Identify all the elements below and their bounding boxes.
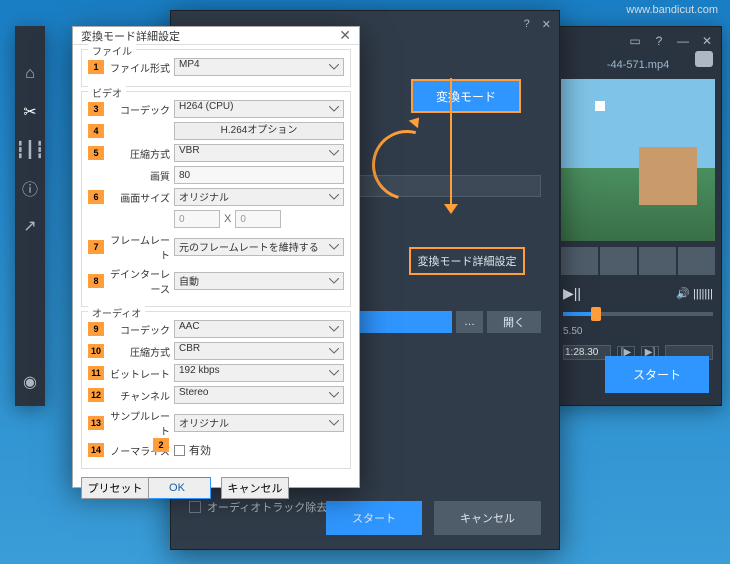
audio-groupbox: オーディオ 9 コーデック AAC 10 圧縮方式 CBR 11 ビットレート …: [81, 311, 351, 469]
share-icon[interactable]: ↗: [20, 216, 40, 236]
height-input[interactable]: [235, 210, 281, 228]
dialog-title: 変換モード詳細設定: [81, 28, 180, 44]
badge-2: 2: [153, 438, 169, 452]
compression-label: 圧縮方式: [108, 146, 170, 161]
video-groupbox: ビデオ 3 コーデック H264 (CPU) 4 H.264オプション 5 圧縮…: [81, 91, 351, 307]
advanced-settings-dialog: 変換モード詳細設定 ✕ ファイル 1 ファイル形式 MP4 ビデオ 3 コーデッ…: [72, 26, 360, 488]
bitrate-label: ビットレート: [108, 366, 170, 381]
badge-13: 13: [88, 416, 104, 430]
ok-button[interactable]: OK: [143, 477, 211, 499]
help-icon[interactable]: ?: [524, 18, 530, 30]
annotation-arrow-head: [444, 204, 458, 214]
record-icon[interactable]: ◉: [20, 372, 40, 392]
play-toggle-icon[interactable]: ▶||: [563, 285, 581, 302]
normalize-checkbox[interactable]: [174, 445, 185, 456]
file-format-select[interactable]: MP4: [174, 58, 344, 76]
channel-select[interactable]: Stereo: [174, 386, 344, 404]
samplerate-select[interactable]: オリジナル: [174, 414, 344, 432]
badge-11: 11: [88, 366, 104, 380]
samplerate-label: サンプルレート: [108, 408, 170, 438]
close-icon[interactable]: ✕: [699, 33, 715, 49]
video-preview: [561, 79, 715, 241]
framerate-label: フレームレート: [108, 232, 170, 262]
badge-9: 9: [88, 322, 104, 336]
codec-label: コーデック: [108, 102, 170, 117]
preset-button[interactable]: プリセット: [81, 477, 149, 499]
advanced-settings-button[interactable]: 変換モード詳細設定: [409, 247, 525, 275]
screen-size-label: 画面サイズ: [108, 190, 170, 205]
width-input[interactable]: [174, 210, 220, 228]
close-icon[interactable]: ✕: [339, 27, 351, 44]
badge-7: 7: [88, 240, 104, 254]
conversion-mode-button[interactable]: 変換モード: [411, 79, 521, 113]
total-time: 5.50: [563, 326, 582, 337]
screen-size-select[interactable]: オリジナル: [174, 188, 344, 206]
file-format-label: ファイル形式: [108, 60, 170, 75]
channel-label: チャンネル: [108, 388, 170, 403]
close-icon[interactable]: ✕: [542, 18, 551, 31]
badge-12: 12: [88, 388, 104, 402]
thumbnail-strip: [561, 247, 715, 275]
badge-3: 3: [88, 102, 104, 116]
time-in-input[interactable]: [563, 345, 611, 360]
audio-compression-select[interactable]: CBR: [174, 342, 344, 360]
badge-10: 10: [88, 344, 104, 358]
audio-codec-select[interactable]: AAC: [174, 320, 344, 338]
minimize-icon[interactable]: —: [675, 33, 691, 49]
sliders-icon[interactable]: ┇┃┇: [20, 140, 40, 160]
folder-icon[interactable]: ▭: [627, 33, 643, 49]
h264-options-button[interactable]: H.264オプション: [174, 122, 344, 140]
badge-5: 5: [88, 146, 104, 160]
deinterlace-select[interactable]: 自動: [174, 272, 344, 290]
timeline-slider[interactable]: [563, 312, 713, 316]
bitrate-select[interactable]: 192 kbps: [174, 364, 344, 382]
compression-select[interactable]: VBR: [174, 144, 344, 162]
domain-label: www.bandicut.com: [626, 4, 718, 16]
left-sidebar: ⌂ ✂ ┇┃┇ ⓘ ↗ ◉: [15, 26, 45, 406]
cancel-button[interactable]: キャンセル: [434, 501, 541, 535]
deinterlace-label: デインターレース: [108, 266, 170, 296]
more-options-button[interactable]: …: [456, 311, 483, 333]
start-button[interactable]: スタート: [605, 356, 709, 393]
badge-8: 8: [88, 274, 104, 288]
badge-14: 14: [88, 443, 104, 457]
codec-select[interactable]: H264 (CPU): [174, 100, 344, 118]
preview-window: ▭ ? — ✕ -44-571.mp4 ▶|| 🔊 ||||||| 5.50 […: [554, 26, 722, 406]
cancel-button[interactable]: キャンセル: [221, 477, 289, 499]
cut-icon[interactable]: ✂: [20, 102, 40, 122]
info-icon[interactable]: ⓘ: [20, 178, 40, 198]
quality-input[interactable]: [174, 166, 344, 184]
quality-label: 画質: [108, 168, 170, 183]
badge-1: 1: [88, 60, 104, 74]
badge-4: 4: [88, 124, 104, 138]
volume-icon[interactable]: 🔊 |||||||: [676, 287, 713, 300]
audio-compression-label: 圧縮方式: [108, 344, 170, 359]
browse-button[interactable]: 開く: [487, 311, 541, 333]
annotation-arrow: [450, 78, 452, 206]
help-icon[interactable]: ?: [651, 33, 667, 49]
normalize-enable-label: 有効: [189, 442, 211, 458]
home-icon[interactable]: ⌂: [20, 64, 40, 84]
framerate-select[interactable]: 元のフレームレートを維持する: [174, 238, 344, 256]
file-groupbox: ファイル 1 ファイル形式 MP4: [81, 49, 351, 87]
audio-codec-label: コーデック: [108, 322, 170, 337]
badge-6: 6: [88, 190, 104, 204]
camera-icon[interactable]: [695, 51, 713, 67]
